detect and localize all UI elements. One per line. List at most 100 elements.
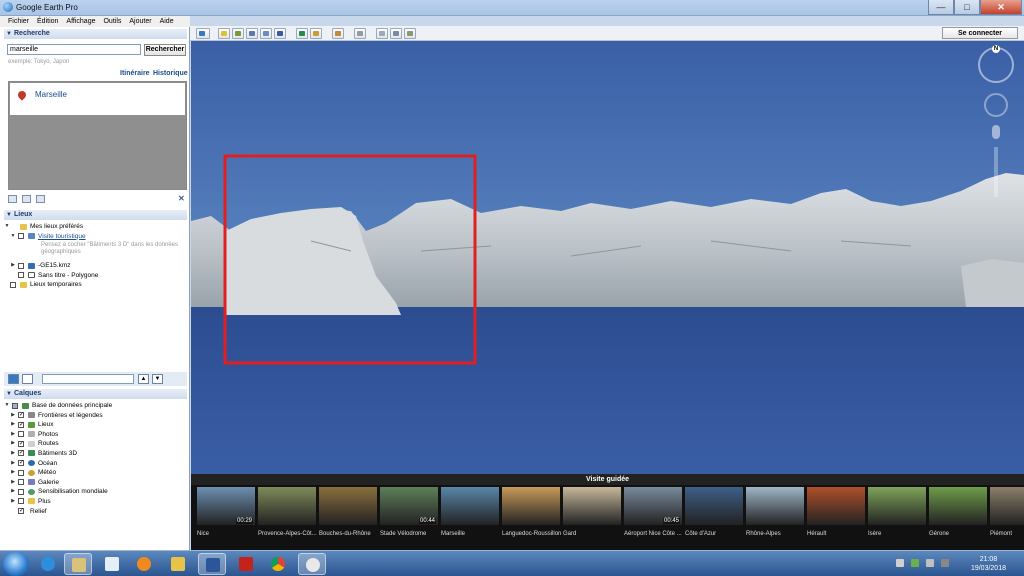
- collapse-arrow-icon[interactable]: ▼: [10, 232, 16, 242]
- sidebar-toggle-button[interactable]: [196, 28, 210, 39]
- taskbar-google-earth[interactable]: [298, 553, 326, 575]
- ruler-button[interactable]: [354, 28, 366, 39]
- layers-item[interactable]: ▶ ✓ Frontières et légendes: [4, 411, 187, 421]
- path-button[interactable]: [246, 28, 258, 39]
- checkbox[interactable]: [18, 233, 24, 240]
- system-clock[interactable]: 21:08 19/03/2018: [971, 555, 1006, 573]
- menu-ajouter[interactable]: Ajouter: [129, 16, 151, 27]
- checkbox[interactable]: [18, 262, 24, 269]
- tour-label[interactable]: Aéroport Nice Côte ...: [624, 531, 682, 537]
- maximize-button[interactable]: □: [954, 0, 980, 15]
- save-image-button[interactable]: [404, 28, 416, 39]
- tour-label[interactable]: Provence-Alpes-Côt...: [258, 531, 317, 537]
- taskbar-media-player[interactable]: [130, 553, 158, 575]
- layers-item[interactable]: ▶ ✓ Lieux: [4, 420, 187, 430]
- layers-panel-header[interactable]: Calques: [4, 389, 187, 399]
- open-folder-icon[interactable]: [8, 195, 17, 203]
- layers-item[interactable]: ▶ ✓ Bâtiments 3D: [4, 449, 187, 459]
- tour-thumbnail[interactable]: [258, 487, 316, 525]
- places-item[interactable]: ▼ Mes lieux préférés: [4, 222, 187, 232]
- tray-volume-icon[interactable]: [926, 559, 934, 567]
- layers-item[interactable]: ▶ ✓ Routes: [4, 439, 187, 449]
- checkbox[interactable]: [12, 402, 18, 409]
- checkbox[interactable]: ✓: [18, 450, 24, 457]
- places-filter-input[interactable]: [42, 374, 134, 384]
- tour-label[interactable]: Nice: [197, 531, 209, 537]
- taskbar-word[interactable]: [198, 553, 226, 575]
- tour-thumbnail[interactable]: 00:44: [380, 487, 438, 525]
- expand-arrow-icon[interactable]: ▶: [10, 487, 16, 497]
- clear-search-button[interactable]: ✕: [178, 194, 185, 203]
- tour-thumbnail[interactable]: 00:29: [197, 487, 255, 525]
- tour-label[interactable]: Piémont: [990, 531, 1012, 537]
- checkbox[interactable]: ✓: [18, 460, 24, 467]
- tour-label[interactable]: Côte d'Azur: [685, 531, 716, 537]
- tour-thumbnail[interactable]: [441, 487, 499, 525]
- tour-thumbnail[interactable]: [502, 487, 560, 525]
- checkbox[interactable]: ✓: [18, 440, 24, 447]
- checkbox[interactable]: [18, 272, 24, 279]
- tray-network-icon[interactable]: [911, 559, 919, 567]
- layers-item[interactable]: ▶ Sensibilisation mondiale: [4, 487, 187, 497]
- move-down-button[interactable]: ▼: [152, 374, 163, 384]
- directions-link[interactable]: Itinéraire: [120, 70, 150, 77]
- expand-arrow-icon[interactable]: ▶: [10, 449, 16, 459]
- tour-label[interactable]: Gérone: [929, 531, 949, 537]
- menu-edition[interactable]: Édition: [37, 16, 58, 27]
- close-button[interactable]: ✕: [980, 0, 1022, 15]
- start-button[interactable]: [3, 552, 29, 576]
- tour-thumbnail[interactable]: [685, 487, 743, 525]
- expand-arrow-icon[interactable]: ▶: [10, 439, 16, 449]
- expand-arrow-icon[interactable]: ▶: [10, 497, 16, 507]
- zoom-slider[interactable]: [994, 147, 998, 197]
- tour-thumbnail[interactable]: [868, 487, 926, 525]
- expand-arrow-icon[interactable]: ▶: [10, 430, 16, 440]
- checkbox[interactable]: [18, 479, 24, 486]
- historical-imagery-button[interactable]: [296, 28, 308, 39]
- search-panel-header[interactable]: Recherche: [4, 29, 187, 39]
- search-input[interactable]: marseille: [7, 44, 141, 55]
- sun-button[interactable]: [310, 28, 322, 39]
- collapse-arrow-icon[interactable]: ▼: [4, 401, 10, 411]
- taskbar-acrobat[interactable]: [232, 553, 260, 575]
- print-icon[interactable]: [36, 195, 45, 203]
- planets-button[interactable]: [332, 28, 344, 39]
- map-3d-scene[interactable]: [191, 41, 1024, 474]
- search-result-label[interactable]: Marseille: [35, 90, 67, 99]
- places-panel-header[interactable]: Lieux: [4, 210, 187, 220]
- menu-affichage[interactable]: Affichage: [66, 16, 95, 27]
- map-view[interactable]: N: [191, 41, 1024, 474]
- taskbar-explorer[interactable]: [64, 553, 92, 575]
- street-view-icon[interactable]: [992, 125, 1000, 139]
- minimize-button[interactable]: —: [928, 0, 954, 15]
- move-up-button[interactable]: ▲: [138, 374, 149, 384]
- tour-thumbnail[interactable]: 00:45: [624, 487, 682, 525]
- record-tour-button[interactable]: [274, 28, 286, 39]
- copy-icon[interactable]: [22, 195, 31, 203]
- taskbar-folder[interactable]: [164, 553, 192, 575]
- checkbox[interactable]: ✓: [18, 508, 24, 515]
- places-item[interactable]: ▼ Visite touristique: [4, 232, 187, 242]
- email-button[interactable]: [376, 28, 388, 39]
- search-result-item[interactable]: Marseille: [10, 83, 185, 115]
- expand-arrow-icon[interactable]: ▶: [10, 468, 16, 478]
- search-button[interactable]: Rechercher: [144, 44, 186, 56]
- taskbar-ie[interactable]: [34, 553, 62, 575]
- expand-arrow-icon[interactable]: ▶: [10, 478, 16, 488]
- menu-fichier[interactable]: Fichier: [8, 16, 29, 27]
- polygon-button[interactable]: [232, 28, 244, 39]
- checkbox[interactable]: [18, 488, 24, 495]
- layers-item[interactable]: ✓ Relief: [4, 507, 187, 517]
- history-link[interactable]: Historique: [153, 70, 188, 77]
- checkbox[interactable]: [10, 281, 16, 288]
- layers-item[interactable]: ▼ Base de données principale: [4, 401, 187, 411]
- places-item[interactable]: Sans titre - Polygone: [4, 271, 187, 281]
- layers-item[interactable]: ▶ Météo: [4, 468, 187, 478]
- tour-label[interactable]: Isère: [868, 531, 881, 537]
- menu-aide[interactable]: Aide: [160, 16, 174, 27]
- tour-thumbnail[interactable]: [746, 487, 804, 525]
- move-control[interactable]: [984, 93, 1008, 117]
- panel-toggle-button[interactable]: [22, 374, 33, 384]
- expand-arrow-icon[interactable]: ▶: [10, 420, 16, 430]
- layers-item[interactable]: ▶ Photos: [4, 430, 187, 440]
